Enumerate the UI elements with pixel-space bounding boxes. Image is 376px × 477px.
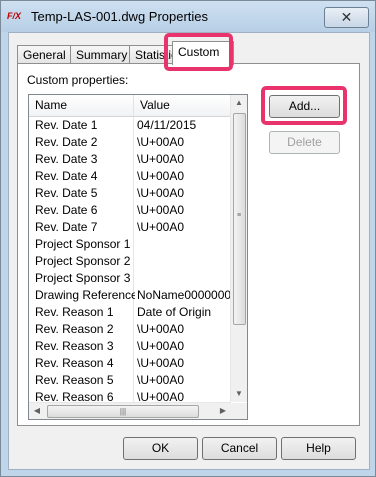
app-icon: F/X <box>7 11 22 21</box>
property-value: \U+00A0 <box>137 169 185 183</box>
table-row[interactable]: Rev. Date 2 \U+00A0 <box>29 134 231 151</box>
property-name: Rev. Date 6 <box>35 203 98 217</box>
table-row[interactable]: Rev. Reason 5 \U+00A0 <box>29 372 231 389</box>
property-value: \U+00A0 <box>137 339 185 353</box>
property-value: \U+00A0 <box>137 373 185 387</box>
ok-button-label: OK <box>151 441 170 455</box>
cancel-button-label: Cancel <box>220 441 259 455</box>
property-name: Rev. Reason 3 <box>35 339 114 353</box>
property-name: Project Sponsor 2 <box>35 254 131 268</box>
property-value: \U+00A0 <box>137 135 185 149</box>
property-value: 04/11/2015 <box>137 118 197 132</box>
grip-icon: ≡ <box>237 212 242 219</box>
scroll-down-arrow-icon[interactable]: ▼ <box>231 386 247 402</box>
scroll-up-arrow-icon[interactable]: ▲ <box>231 95 247 111</box>
property-name: Rev. Date 3 <box>35 152 98 166</box>
property-value: \U+00A0 <box>137 152 185 166</box>
tab-summary[interactable]: Summary <box>70 45 136 64</box>
title-bar: F/X Temp-LAS-001.dwg Properties ✕ <box>1 1 375 32</box>
table-row[interactable]: Project Sponsor 2 <box>29 253 231 270</box>
tab-general-label: General <box>23 48 66 62</box>
table-row[interactable]: Rev. Date 4 \U+00A0 <box>29 168 231 185</box>
window-title: Temp-LAS-001.dwg Properties <box>31 9 209 24</box>
dialog-client: General Summary Statistics Custom Custom… <box>8 32 370 470</box>
property-name: Rev. Reason 1 <box>35 305 114 319</box>
property-value: \U+00A0 <box>137 186 185 200</box>
list-rows: Rev. Date 1 04/11/2015 Rev. Date 2 \U+00A0 R… <box>29 117 231 406</box>
cancel-button[interactable]: Cancel <box>202 437 277 460</box>
list-header: Name Value <box>29 95 231 117</box>
delete-button: Delete <box>269 131 340 154</box>
delete-button-label: Delete <box>287 135 322 149</box>
property-value: \U+00A0 <box>137 203 185 217</box>
table-row[interactable]: Drawing Reference NoName0000000 <box>29 287 231 304</box>
column-header-name[interactable]: Name <box>29 95 134 116</box>
table-row[interactable]: Project Sponsor 1 <box>29 236 231 253</box>
add-button-highlight <box>261 86 347 125</box>
property-name: Rev. Reason 5 <box>35 373 114 387</box>
vertical-scroll-thumb[interactable]: ≡ <box>233 113 246 325</box>
table-row[interactable]: Rev. Date 5 \U+00A0 <box>29 185 231 202</box>
horizontal-scrollbar[interactable]: ◀ ||| ▶ <box>29 402 231 419</box>
help-button[interactable]: Help <box>281 437 356 460</box>
property-value: \U+00A0 <box>137 356 185 370</box>
tab-general[interactable]: General <box>17 45 76 64</box>
property-value: Date of Origin <box>137 305 212 319</box>
property-name: Project Sponsor 3 <box>35 271 131 285</box>
table-row[interactable]: Rev. Reason 2 \U+00A0 <box>29 321 231 338</box>
table-row[interactable]: Rev. Date 6 \U+00A0 <box>29 202 231 219</box>
scroll-right-arrow-icon[interactable]: ▶ <box>215 403 231 419</box>
vertical-scrollbar[interactable]: ▲ ≡ ▼ <box>230 95 247 402</box>
table-row[interactable]: Rev. Reason 3 \U+00A0 <box>29 338 231 355</box>
tab-summary-label: Summary <box>76 48 128 62</box>
property-name: Rev. Reason 4 <box>35 356 114 370</box>
help-button-label: Help <box>306 441 331 455</box>
property-name: Project Sponsor 1 <box>35 237 131 251</box>
custom-properties-list[interactable]: Name Value Rev. Date 1 04/11/2015 Rev. Dat… <box>28 94 248 420</box>
property-name: Rev. Date 5 <box>35 186 98 200</box>
scroll-left-arrow-icon[interactable]: ◀ <box>29 403 45 419</box>
property-value: NoName0000000 <box>137 288 231 302</box>
table-row[interactable]: Rev. Reason 1 Date of Origin <box>29 304 231 321</box>
ok-button[interactable]: OK <box>123 437 198 460</box>
scroll-corner <box>231 403 247 419</box>
property-name: Rev. Date 4 <box>35 169 98 183</box>
table-row[interactable]: Rev. Date 7 \U+00A0 <box>29 219 231 236</box>
property-name: Rev. Date 7 <box>35 220 98 234</box>
property-name: Drawing Reference <box>35 288 135 302</box>
column-header-value[interactable]: Value <box>134 95 231 116</box>
property-name: Rev. Date 1 <box>35 118 98 132</box>
custom-tab-highlight <box>164 33 233 71</box>
table-row[interactable]: Rev. Reason 4 \U+00A0 <box>29 355 231 372</box>
table-row[interactable]: Rev. Date 3 \U+00A0 <box>29 151 231 168</box>
close-button[interactable]: ✕ <box>324 7 369 28</box>
property-value: \U+00A0 <box>137 220 185 234</box>
table-row[interactable]: Rev. Date 1 04/11/2015 <box>29 117 231 134</box>
table-row[interactable]: Project Sponsor 3 <box>29 270 231 287</box>
horizontal-scroll-thumb[interactable]: ||| <box>47 405 199 418</box>
property-value: \U+00A0 <box>137 322 185 336</box>
property-name: Rev. Date 2 <box>35 135 98 149</box>
properties-dialog: F/X Temp-LAS-001.dwg Properties ✕ Genera… <box>0 0 376 477</box>
custom-properties-label: Custom properties: <box>27 73 129 87</box>
property-name: Rev. Reason 2 <box>35 322 114 336</box>
